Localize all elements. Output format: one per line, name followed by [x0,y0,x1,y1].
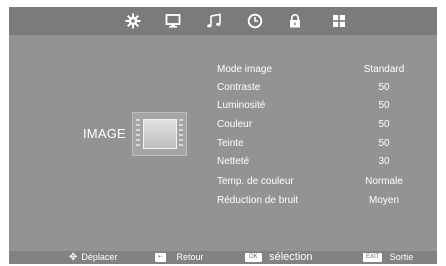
setting-value: 50 [378,82,390,93]
hint-move-label: Déplacer [81,252,118,262]
setting-value: Standard [363,64,405,75]
hint-exit: EXIT Sortie [363,251,413,264]
setting-label: Mode image [217,64,273,75]
hint-move: ✥ Déplacer [69,251,117,264]
setting-teinte[interactable]: Teinte 50 [9,136,437,152]
setting-label: Contraste [217,82,261,93]
tv-menu-screen: IMAGE Mode image Standard Contraste 50 L… [9,7,437,264]
arrows-icon: ✥ [69,252,78,263]
grid-icon[interactable] [330,12,348,30]
setting-value: Normale [365,176,403,187]
hint-back-label: Retour [176,252,204,262]
setting-temp-couleur[interactable]: Temp. de couleur Normale [9,174,437,190]
setting-value: 50 [378,100,390,111]
back-key-icon: ⇠ [155,253,167,262]
setting-luminosite[interactable]: Luminosité 50 [9,98,437,114]
setting-contraste[interactable]: Contraste 50 [9,80,437,96]
setting-label: Couleur [217,119,253,130]
exit-key-icon: EXIT [363,253,383,262]
hint-exit-label: Sortie [389,252,414,262]
clock-icon[interactable] [246,12,264,30]
setting-mode-image[interactable]: Mode image Standard [9,62,437,78]
setting-value: Moyen [368,195,399,206]
setting-nettete[interactable]: Netteté 30 [9,154,437,170]
lock-icon[interactable] [286,12,304,30]
setting-label: Temp. de couleur [217,176,294,187]
music-icon[interactable] [205,12,223,30]
hint-select: OK sélection [245,251,313,264]
setting-value: 50 [378,138,390,149]
setting-value: 30 [378,156,390,167]
monitor-icon[interactable] [164,12,182,30]
hint-back: ⇠ Retour [155,251,204,264]
ok-key-icon: OK [245,253,262,262]
setting-label: Teinte [217,138,244,149]
setting-label: Luminosité [217,100,266,111]
setting-value: 50 [378,119,390,130]
setting-label: Netteté [217,156,250,167]
menu-nav-bar [9,7,437,35]
gear-icon[interactable] [124,12,142,30]
hint-bar: ✥ Déplacer ⇠ Retour OK sélection EXIT Sor… [9,251,437,264]
setting-reduction-bruit[interactable]: Réduction de bruit Moyen [9,193,437,209]
setting-couleur[interactable]: Couleur 50 [9,117,437,133]
setting-label: Réduction de bruit [217,195,299,206]
hint-select-label: sélection [269,251,313,263]
